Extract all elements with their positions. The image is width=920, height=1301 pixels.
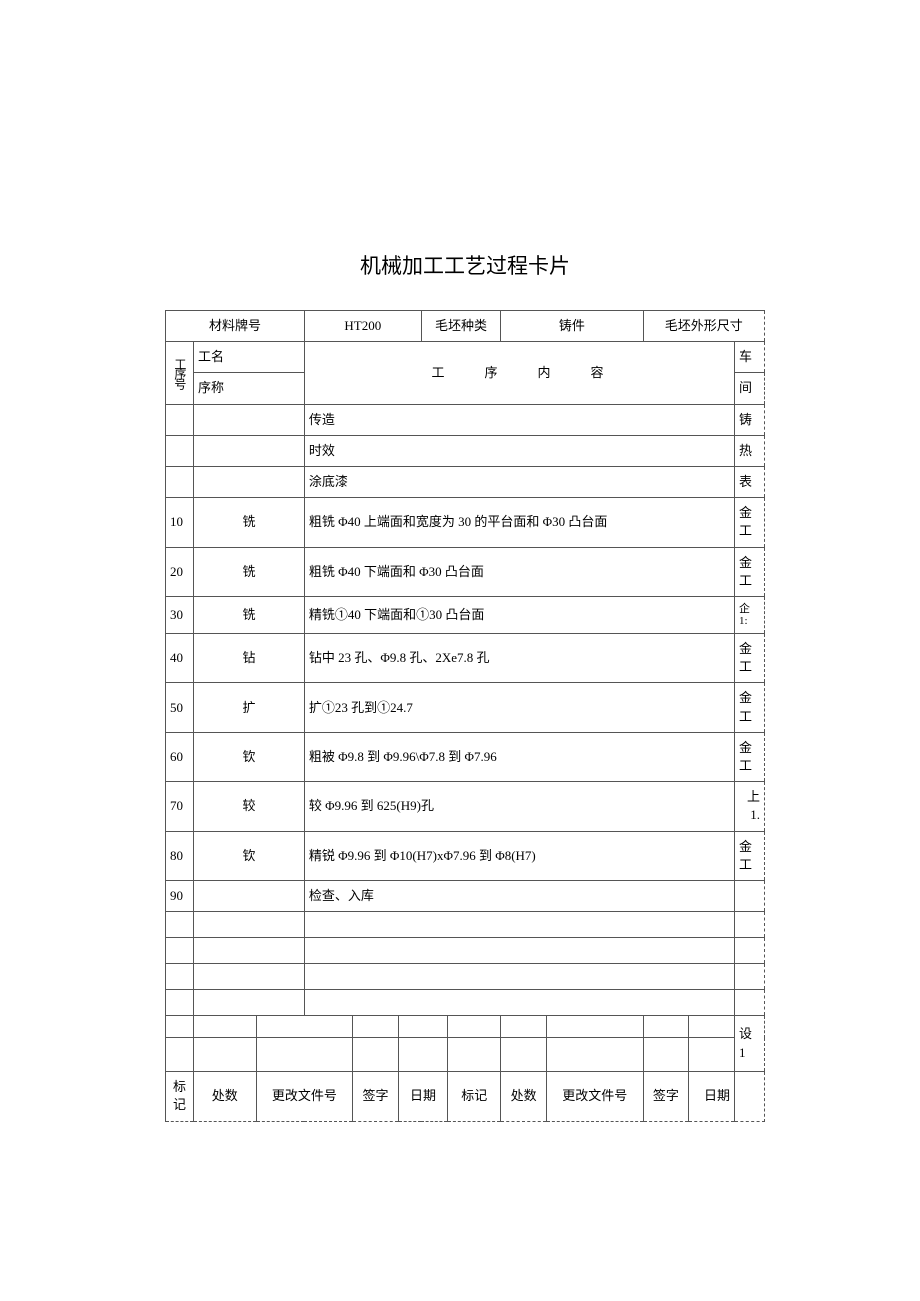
table-row: 40 钻 钻中 23 孔、Φ9.8 孔、2Xe7.8 孔 金工	[166, 634, 765, 683]
cell-ws: 金工	[735, 683, 765, 732]
cell-name	[194, 435, 305, 466]
col-workshop-1: 车	[735, 342, 765, 373]
footer-row-1: 设 1	[166, 1016, 765, 1038]
cell-ws: 金工	[735, 831, 765, 880]
table-row	[166, 912, 765, 938]
footer-labels-row: 标记 处数 更改文件号 签字 日期 标记 处数 更改文件号 签字 日期	[166, 1072, 765, 1121]
col-op-no: 工序号	[166, 342, 194, 404]
cell-content: 粗铣 Φ40 上端面和宽度为 30 的平台面和 Φ30 凸台面	[304, 498, 734, 547]
cell-content: 钻中 23 孔、Φ9.8 孔、2Xe7.8 孔	[304, 634, 734, 683]
cell-content: 精锐 Φ9.96 到 Φ10(H7)xΦ7.96 到 Φ8(H7)	[304, 831, 734, 880]
table-row: 60 钦 粗被 Φ9.8 到 Φ9.96\Φ7.8 到 Φ7.96 金工	[166, 732, 765, 781]
table-row: 90 检查、入库	[166, 880, 765, 911]
table-row	[166, 938, 765, 964]
cell-content: 精铣①40 下端面和①30 凸台面	[304, 596, 734, 633]
cell-no: 10	[166, 498, 194, 547]
cell-name: 钦	[194, 732, 305, 781]
footer-sign: 签字	[353, 1072, 399, 1121]
cell-ws: 热	[735, 435, 765, 466]
footer-sign-2: 签字	[643, 1072, 689, 1121]
material-value: HT200	[304, 311, 421, 342]
table-row	[166, 964, 765, 990]
cell-name: 钦	[194, 831, 305, 880]
cell-ws: 企 1:	[735, 596, 765, 633]
cell-no: 30	[166, 596, 194, 633]
table-row: 10 铣 粗铣 Φ40 上端面和宽度为 30 的平台面和 Φ30 凸台面 金工	[166, 498, 765, 547]
blank-size-label: 毛坯外形尺寸	[643, 311, 764, 342]
cell-ws: 金工	[735, 732, 765, 781]
table-header-row: 材料牌号 HT200 毛坯种类 铸件 毛坯外形尺寸	[166, 311, 765, 342]
cell-content: 涂底漆	[304, 466, 734, 497]
page-title: 机械加工工艺过程卡片	[165, 250, 765, 280]
table-row: 传造 铸	[166, 404, 765, 435]
footer-change-file-2: 更改文件号	[546, 1072, 643, 1121]
cell-name	[194, 880, 305, 911]
cell-no	[166, 404, 194, 435]
cell-no: 50	[166, 683, 194, 732]
cell-ws: 表	[735, 466, 765, 497]
footer-date: 日期	[398, 1072, 447, 1121]
cell-content: 检查、入库	[304, 880, 734, 911]
cell-no: 20	[166, 547, 194, 596]
table-row: 时效 热	[166, 435, 765, 466]
table-row: 80 钦 精锐 Φ9.96 到 Φ10(H7)xΦ7.96 到 Φ8(H7) 金…	[166, 831, 765, 880]
footer-mark: 标记	[166, 1072, 194, 1121]
table-row: 20 铣 粗铣 Φ40 下端面和 Φ30 凸台面 金工	[166, 547, 765, 596]
cell-name: 扩	[194, 683, 305, 732]
cell-content: 较 Φ9.96 到 625(H9)孔	[304, 782, 734, 831]
cell-content: 时效	[304, 435, 734, 466]
cell-content: 粗被 Φ9.8 到 Φ9.96\Φ7.8 到 Φ7.96	[304, 732, 734, 781]
cell-no	[166, 466, 194, 497]
col-op-name-2: 序称	[194, 373, 305, 404]
footer-count: 处数	[194, 1072, 257, 1121]
footer-mark-2: 标记	[448, 1072, 501, 1121]
process-card-table: 材料牌号 HT200 毛坯种类 铸件 毛坯外形尺寸 工序号 工名 工序内容 车 …	[165, 310, 765, 1122]
cell-no: 60	[166, 732, 194, 781]
cell-name: 铣	[194, 498, 305, 547]
cell-ws: 金工	[735, 498, 765, 547]
cell-content: 扩①23 孔到①24.7	[304, 683, 734, 732]
blank-type-label: 毛坯种类	[421, 311, 501, 342]
cell-no	[166, 435, 194, 466]
cell-content: 粗铣 Φ40 下端面和 Φ30 凸台面	[304, 547, 734, 596]
table-row	[166, 990, 765, 1016]
blank-type-value: 铸件	[501, 311, 643, 342]
cell-name	[194, 404, 305, 435]
cell-ws: 金工	[735, 547, 765, 596]
footer-count-2: 处数	[501, 1072, 547, 1121]
cell-ws: 金工	[735, 634, 765, 683]
footer-change-file: 更改文件号	[256, 1072, 353, 1121]
material-label: 材料牌号	[166, 311, 305, 342]
cell-no: 90	[166, 880, 194, 911]
footer-she1: 设 1	[735, 1016, 765, 1072]
col-op-name-1: 工名	[194, 342, 305, 373]
cell-name: 铣	[194, 596, 305, 633]
footer-row-2	[166, 1038, 765, 1072]
col-workshop-2: 间	[735, 373, 765, 404]
footer-date-2: 日期	[689, 1072, 735, 1121]
table-row: 30 铣 精铣①40 下端面和①30 凸台面 企 1:	[166, 596, 765, 633]
table-row: 涂底漆 表	[166, 466, 765, 497]
cell-name: 钻	[194, 634, 305, 683]
table-row: 50 扩 扩①23 孔到①24.7 金工	[166, 683, 765, 732]
cell-no: 80	[166, 831, 194, 880]
cell-content: 传造	[304, 404, 734, 435]
table-row: 70 较 较 Φ9.96 到 625(H9)孔 上 1.	[166, 782, 765, 831]
cell-ws: 铸	[735, 404, 765, 435]
cell-no: 40	[166, 634, 194, 683]
cell-ws	[735, 880, 765, 911]
footer-empty	[735, 1072, 765, 1121]
cell-name: 铣	[194, 547, 305, 596]
cell-name	[194, 466, 305, 497]
cell-no: 70	[166, 782, 194, 831]
cell-ws: 上 1.	[735, 782, 765, 831]
column-header-row-1: 工序号 工名 工序内容 车	[166, 342, 765, 373]
col-process-content: 工序内容	[304, 342, 734, 404]
cell-name: 较	[194, 782, 305, 831]
